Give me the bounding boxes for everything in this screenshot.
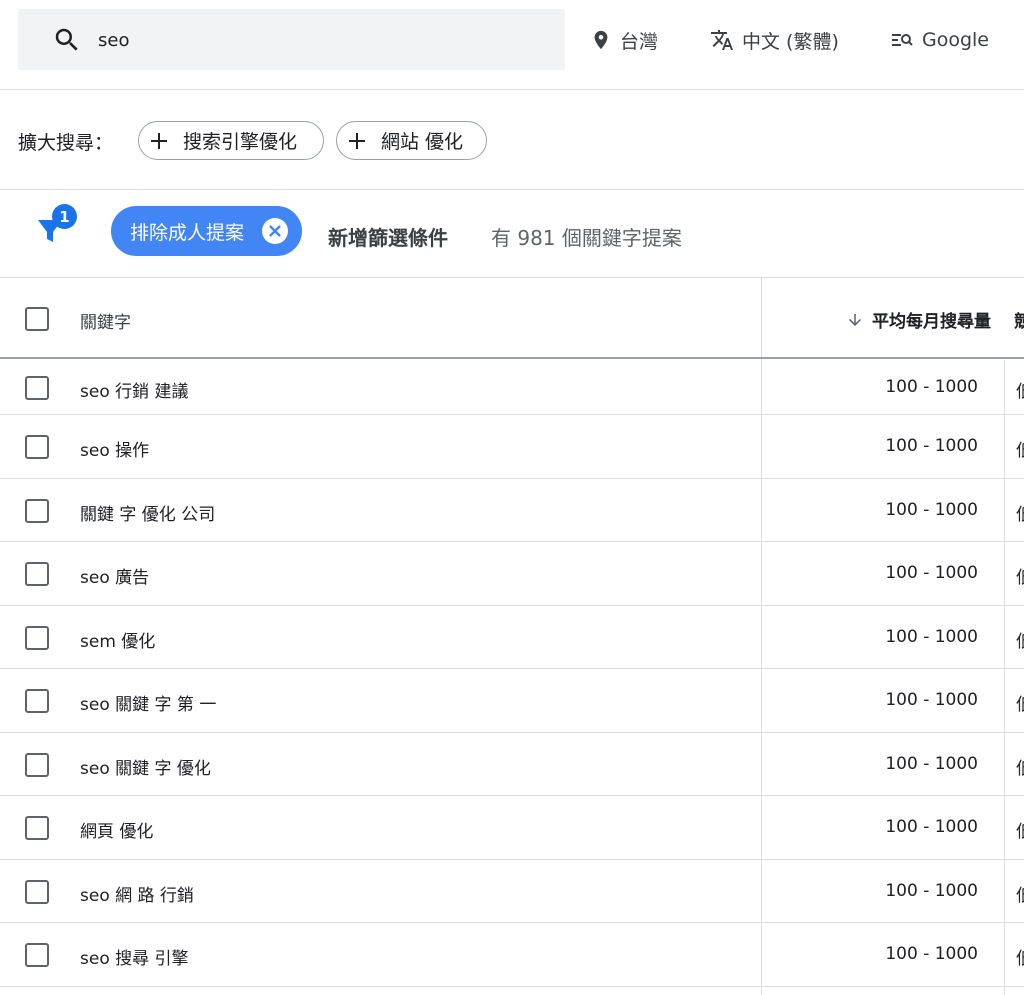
- column-header-competition[interactable]: 競: [1014, 307, 1024, 332]
- keyword-cell: seo 關鍵 字 第 一: [80, 695, 217, 715]
- table-row[interactable]: seo 廣告 100 - 1000 低: [0, 542, 1024, 606]
- keyword-cell: seo 關鍵 字 優化: [80, 758, 211, 779]
- table-header: 關鍵字 平均每月搜尋量 競: [0, 278, 1024, 359]
- keyword-cell: 網頁 優化: [80, 822, 154, 842]
- network-label: Google: [922, 29, 990, 51]
- keyword-cell: seo 行銷 建議: [80, 381, 189, 402]
- table-row[interactable]: seo 搜尋 引擎 100 - 1000 低: [0, 923, 1024, 987]
- location-label: 台灣: [620, 30, 659, 53]
- keyword-cell: seo 廣告: [80, 568, 150, 588]
- volume-cell: 100 - 1000: [885, 563, 978, 583]
- table-row[interactable]: seo 行銷 建議 100 - 1000 低: [0, 360, 1024, 415]
- arrow-down-icon: [849, 313, 861, 326]
- table-row[interactable]: seo 關鍵 字 第 一 100 - 1000 低: [0, 669, 1024, 733]
- table-row[interactable]: seo 關鍵 字 優化 100 - 1000 低: [0, 733, 1024, 796]
- filter-count-badge: 1: [52, 204, 77, 229]
- filter-bar: 1 排除成人提案 新增篩選條件 有 981 個關鍵字提案: [0, 190, 1024, 278]
- broaden-chip[interactable]: 搜索引擎優化: [138, 121, 324, 160]
- volume-cell: 100 - 1000: [885, 880, 978, 901]
- active-filter-chip[interactable]: 排除成人提案: [111, 206, 302, 256]
- location-pin-icon: [594, 30, 608, 50]
- translate-icon: [711, 30, 733, 50]
- volume-cell: 100 - 1000: [885, 817, 978, 837]
- keyword-cell: seo 操作: [80, 441, 150, 461]
- row-checkbox[interactable]: [25, 375, 49, 400]
- keyword-cell: 關鍵 字 優化 公司: [80, 504, 216, 525]
- broaden-search-bar: 擴大搜尋： 搜索引擎優化 網站 優化: [0, 90, 1024, 190]
- search-box[interactable]: [18, 9, 565, 70]
- broaden-chip-label: 搜索引擎優化: [183, 131, 298, 153]
- row-checkbox[interactable]: [25, 625, 49, 650]
- competition-cell: 低: [1016, 944, 1024, 969]
- location-selector[interactable]: 台灣: [590, 22, 658, 58]
- broaden-chip-label: 網站 優化: [381, 131, 464, 153]
- table-row[interactable]: 關鍵 字 優化 公司 100 - 1000 低: [0, 479, 1024, 542]
- search-input[interactable]: [98, 23, 538, 57]
- competition-cell: 低: [1016, 436, 1024, 461]
- volume-cell: 100 - 1000: [885, 376, 978, 397]
- competition-cell: 低: [1016, 881, 1024, 906]
- broaden-label: 擴大搜尋：: [18, 132, 114, 154]
- plus-icon: [347, 131, 367, 151]
- competition-cell: 低: [1016, 377, 1024, 402]
- result-count: 有 981 個關鍵字提案: [491, 226, 682, 250]
- table-row[interactable]: 網頁 優化 100 - 1000 低: [0, 796, 1024, 860]
- close-circle-icon[interactable]: [262, 218, 288, 244]
- volume-cell: 100 - 1000: [885, 436, 978, 456]
- keyword-cell: seo 搜尋 引擎: [80, 949, 189, 969]
- active-filter-label: 排除成人提案: [130, 221, 245, 244]
- volume-cell: 100 - 1000: [885, 626, 978, 647]
- search-icon[interactable]: [52, 25, 82, 55]
- competition-cell: 低: [1016, 690, 1024, 715]
- table-row[interactable]: seo 操作 100 - 1000 低: [0, 415, 1024, 479]
- row-checkbox[interactable]: [25, 816, 49, 840]
- language-label: 中文 (繁體): [742, 30, 839, 53]
- row-checkbox[interactable]: [25, 498, 49, 523]
- row-checkbox[interactable]: [25, 752, 49, 777]
- competition-cell: 低: [1016, 754, 1024, 779]
- volume-cell: 100 - 1000: [885, 499, 978, 520]
- network-selector[interactable]: Google: [890, 22, 989, 58]
- language-selector[interactable]: 中文 (繁體): [710, 22, 839, 58]
- competition-cell: 低: [1016, 817, 1024, 842]
- column-header-volume[interactable]: 平均每月搜尋量: [846, 307, 991, 332]
- volume-cell: 100 - 1000: [885, 944, 978, 964]
- volume-cell: 100 - 1000: [885, 690, 978, 710]
- keyword-cell: seo 網 路 行銷: [80, 885, 194, 906]
- top-bar: 台灣 中文 (繁體) Google: [0, 0, 1024, 90]
- table-row[interactable]: sem 優化 100 - 1000 低: [0, 606, 1024, 669]
- row-checkbox[interactable]: [25, 943, 49, 967]
- keyword-cell: sem 優化: [80, 631, 156, 652]
- select-all-checkbox[interactable]: [25, 307, 49, 331]
- competition-cell: 低: [1016, 563, 1024, 588]
- row-checkbox[interactable]: [25, 689, 49, 713]
- column-header-volume-label: 平均每月搜尋量: [872, 312, 991, 332]
- competition-cell: 低: [1016, 627, 1024, 652]
- keyword-table: 關鍵字 平均每月搜尋量 競 seo 行銷 建議100 - 1000低seo 操作…: [0, 278, 1024, 995]
- row-checkbox[interactable]: [25, 562, 49, 586]
- keyword-planner-page: 台灣 中文 (繁體) Google 擴大搜尋： 搜索引擎優化: [0, 0, 1024, 995]
- add-filter-button[interactable]: 新增篩選條件: [328, 222, 448, 251]
- volume-cell: 100 - 1000: [885, 753, 978, 774]
- competition-cell: 低: [1016, 500, 1024, 525]
- broaden-chip[interactable]: 網站 優化: [336, 121, 487, 160]
- row-checkbox[interactable]: [25, 435, 49, 459]
- row-checkbox[interactable]: [25, 879, 49, 904]
- plus-icon: [149, 131, 169, 151]
- network-search-icon: [892, 34, 913, 46]
- table-row[interactable]: seo 網 路 行銷 100 - 1000 低: [0, 860, 1024, 923]
- column-header-keyword[interactable]: 關鍵字: [80, 308, 131, 333]
